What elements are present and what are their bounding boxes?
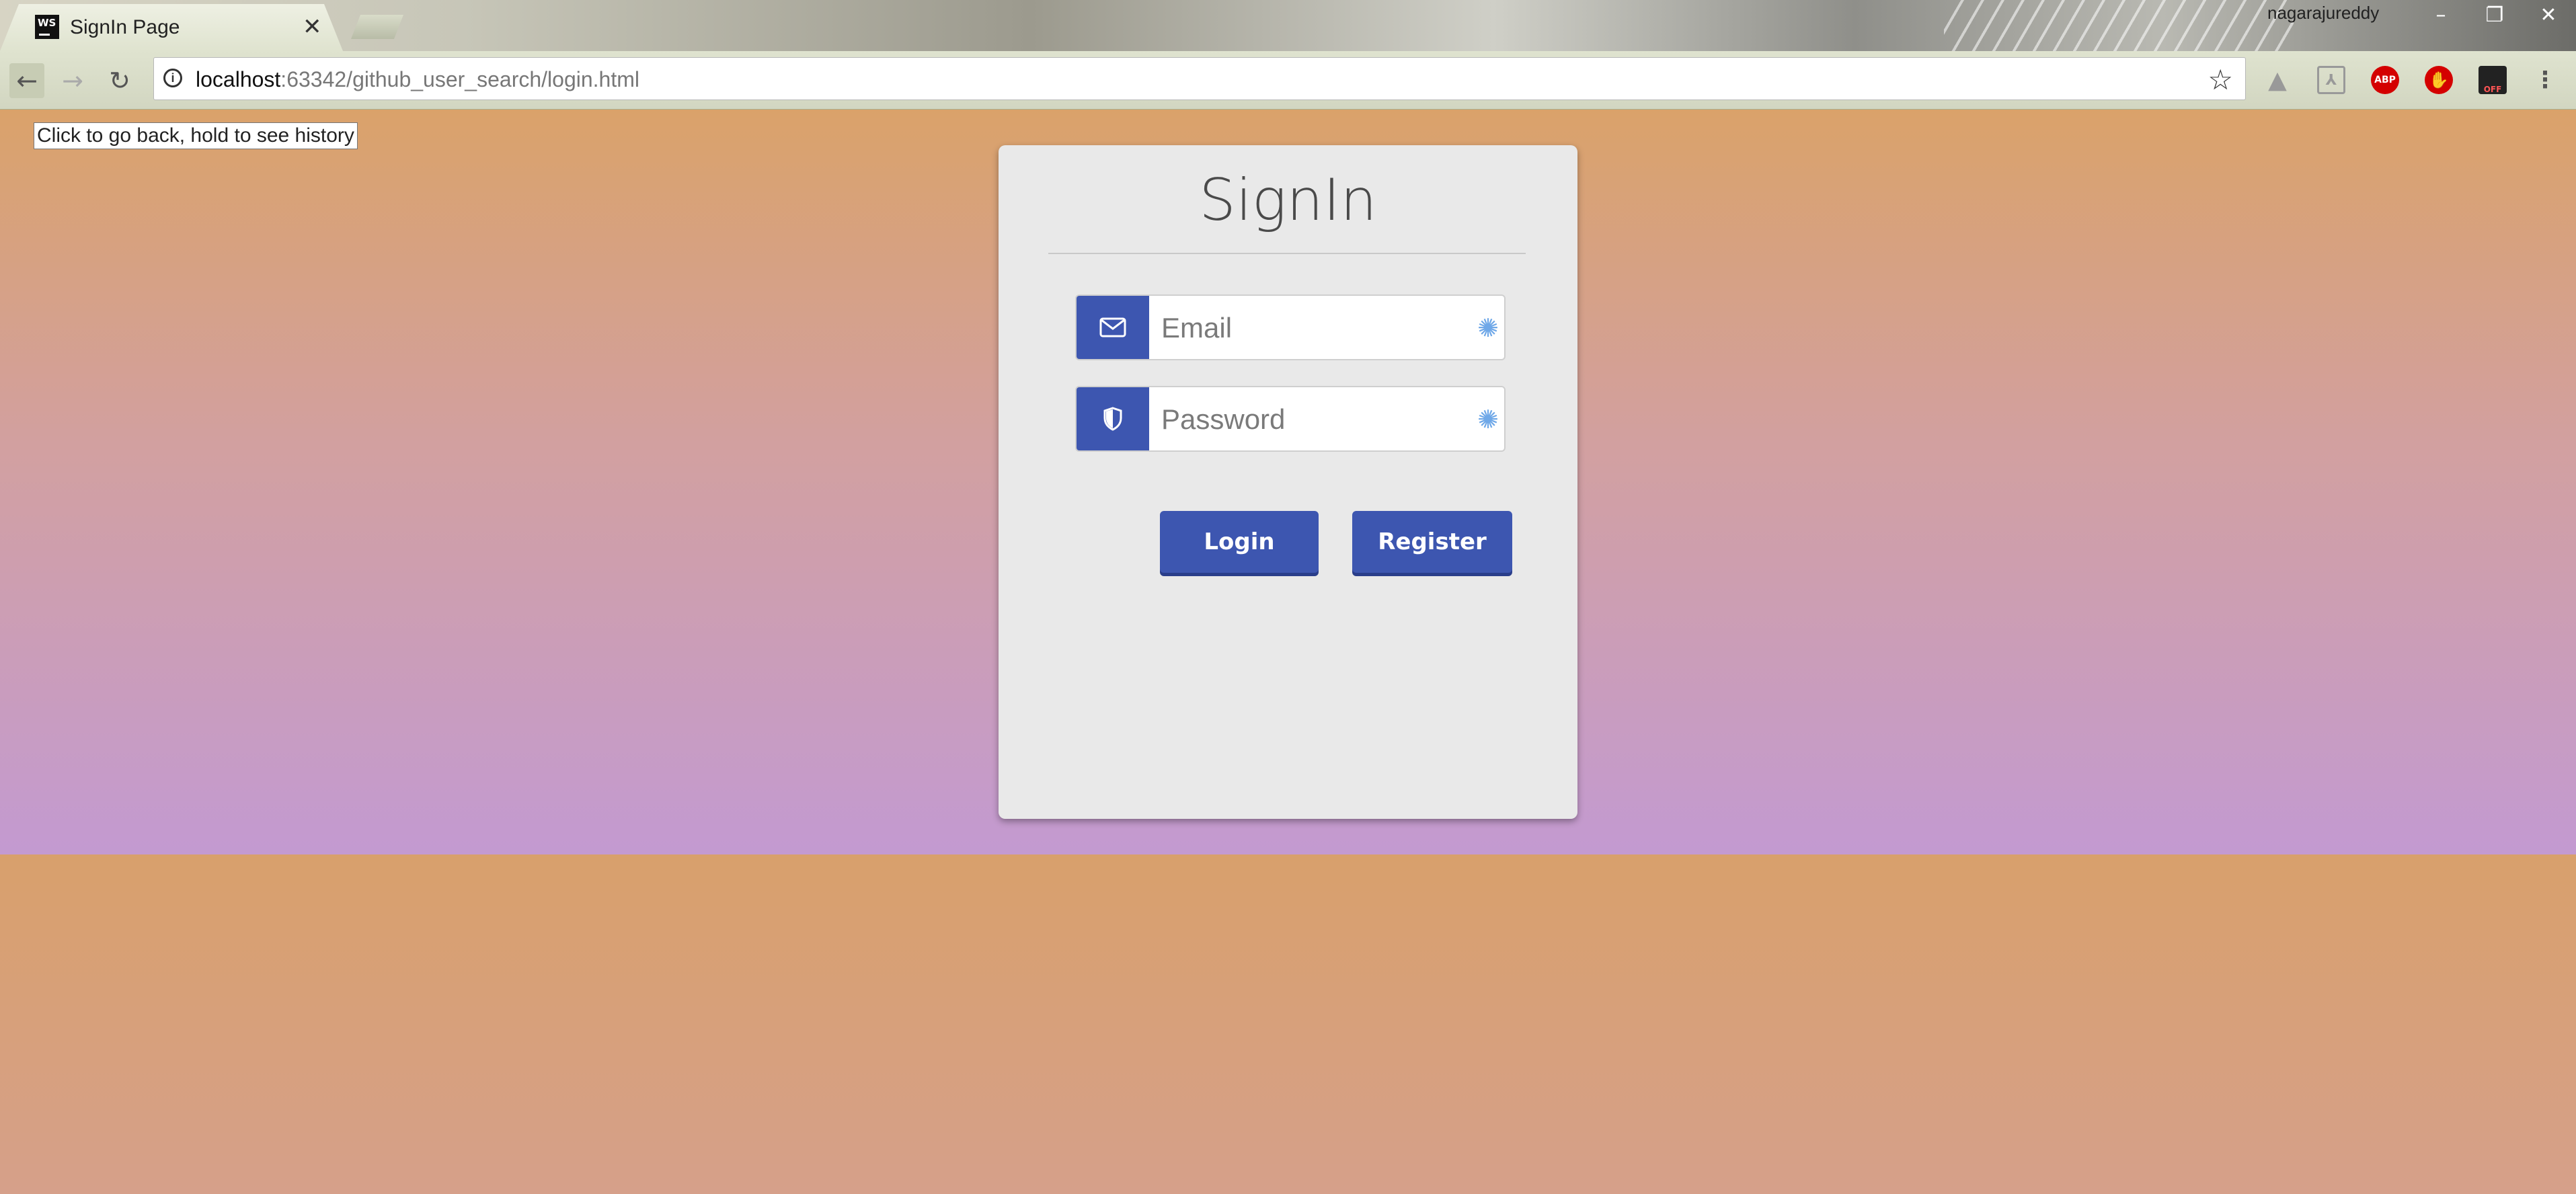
forward-arrow-icon[interactable]: → [55, 63, 90, 98]
info-icon[interactable]: i [163, 69, 182, 87]
autofill-spark-icon[interactable]: ✺ [1476, 313, 1500, 343]
new-tab-button[interactable] [351, 15, 403, 39]
signin-card: SignIn ✺ ✺ Login Register [999, 145, 1577, 819]
stop-hand-icon[interactable]: ✋ [2425, 66, 2453, 94]
pdf-icon[interactable]: ⅄ [2317, 66, 2345, 94]
shield-icon [1103, 407, 1122, 431]
password-field: ✺ [1075, 386, 1506, 452]
envelope-addon [1077, 296, 1149, 359]
back-button-tooltip: Click to go back, hold to see history [34, 122, 358, 149]
url-host: localhost [196, 67, 281, 91]
envelope-icon [1099, 317, 1126, 337]
minimize-icon[interactable]: – [2414, 0, 2468, 30]
page-background-lower [0, 854, 2576, 1194]
menu-icon[interactable]: ⋮ [2534, 66, 2557, 94]
webstorm-favicon-icon: WS [35, 15, 59, 39]
window-close-icon[interactable]: ✕ [2522, 0, 2575, 30]
url-path: :63342/github_user_search/login.html [280, 67, 639, 91]
autofill-spark-icon[interactable]: ✺ [1476, 405, 1500, 434]
restore-icon[interactable]: ❐ [2468, 0, 2522, 30]
back-arrow-icon[interactable]: ← [9, 63, 44, 98]
tab-title: SignIn Page [70, 16, 180, 38]
address-bar-url[interactable]: localhost:63342/github_user_search/login… [196, 67, 639, 92]
tab-close-icon[interactable]: ✕ [303, 13, 322, 40]
shield-addon [1077, 387, 1149, 450]
off-icon[interactable]: OFF [2479, 66, 2507, 94]
drive-icon[interactable]: ▲ [2263, 66, 2292, 94]
profile-name[interactable]: nagarajureddy [2267, 3, 2379, 24]
tab-signin-page[interactable]: WS SignIn Page ✕ [0, 4, 343, 51]
title-divider [1048, 253, 1526, 254]
address-bar[interactable]: i localhost:63342/github_user_search/log… [153, 57, 2246, 100]
signin-title: SignIn [1199, 167, 1377, 234]
email-input[interactable] [1160, 296, 1458, 359]
adblock-plus-icon[interactable]: ABP [2371, 66, 2399, 94]
reload-icon[interactable]: ↻ [102, 63, 137, 98]
bookmark-star-icon[interactable]: ☆ [2208, 63, 2233, 96]
register-button[interactable]: Register [1352, 511, 1512, 573]
browser-titlebar: WS SignIn Page ✕ nagarajureddy – ❐ ✕ [0, 0, 2576, 51]
browser-toolbar: ← → ↻ i localhost:63342/github_user_sear… [0, 51, 2576, 110]
email-field: ✺ [1075, 294, 1506, 360]
wallpaper-decoration [1944, 0, 2294, 51]
password-input[interactable] [1160, 387, 1458, 450]
login-button[interactable]: Login [1160, 511, 1319, 573]
